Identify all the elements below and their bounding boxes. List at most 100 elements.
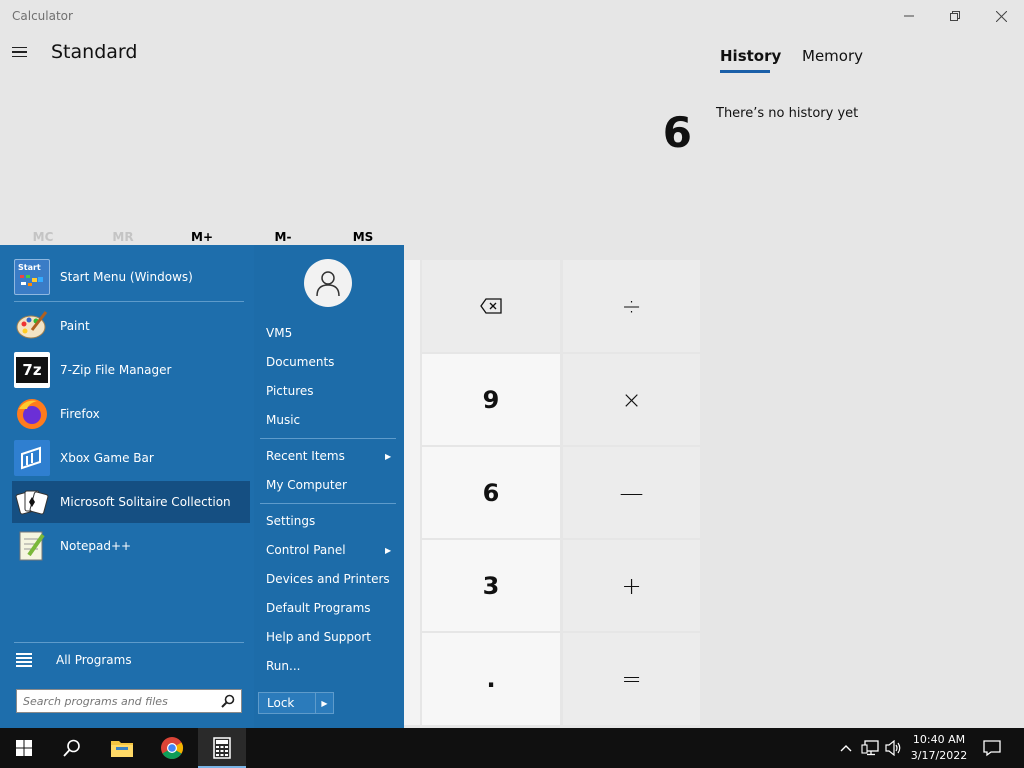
program-label: Paint bbox=[60, 319, 90, 333]
program-xbox-game-bar[interactable]: Xbox Game Bar bbox=[12, 437, 250, 479]
program-paint[interactable]: Paint bbox=[12, 305, 250, 347]
divide-button[interactable]: ÷ bbox=[563, 260, 700, 352]
tab-history[interactable]: History bbox=[720, 47, 781, 65]
program-label: Xbox Game Bar bbox=[60, 451, 154, 465]
taskbar-calculator[interactable] bbox=[198, 728, 246, 768]
pinned-separator bbox=[14, 301, 244, 302]
all-programs-button[interactable]: All Programs bbox=[16, 648, 132, 672]
digit-9-label: 9 bbox=[482, 385, 500, 414]
lock-label: Lock bbox=[267, 696, 295, 710]
calculator-display: 6 bbox=[662, 108, 692, 157]
history-empty-message: There’s no history yet bbox=[716, 106, 859, 121]
navigation-menu-button[interactable] bbox=[8, 40, 32, 64]
keypad-partial-column bbox=[404, 260, 420, 725]
digit-6-button[interactable]: 6 bbox=[422, 447, 560, 538]
lock-button[interactable]: Lock ▶ bbox=[258, 692, 334, 714]
minus-label: — bbox=[619, 478, 644, 507]
clock-date: 3/17/2022 bbox=[910, 749, 968, 762]
program-firefox[interactable]: Firefox bbox=[12, 393, 250, 435]
links-separator-2 bbox=[260, 503, 396, 504]
memory-clear-button[interactable]: MC bbox=[18, 230, 68, 244]
program-label: Microsoft Solitaire Collection bbox=[60, 495, 231, 509]
minimize-icon bbox=[904, 15, 914, 17]
link-default-programs[interactable]: Default Programs bbox=[266, 601, 371, 615]
link-run[interactable]: Run... bbox=[266, 659, 300, 673]
list-icon bbox=[16, 653, 32, 667]
close-icon bbox=[995, 10, 1007, 22]
submenu-arrow-icon: ▶ bbox=[385, 452, 392, 461]
action-center-button[interactable] bbox=[982, 738, 1002, 758]
taskbar-search-button[interactable] bbox=[48, 728, 96, 768]
folder-icon bbox=[111, 741, 133, 757]
program-label: Start Menu (Windows) bbox=[60, 270, 193, 284]
memory-add-button[interactable]: M+ bbox=[177, 230, 227, 244]
paint-icon bbox=[14, 308, 50, 344]
hamburger-icon bbox=[12, 46, 27, 49]
close-button[interactable] bbox=[978, 0, 1024, 32]
show-hidden-icons-button[interactable] bbox=[836, 738, 856, 758]
divide-label: ÷ bbox=[621, 292, 642, 320]
program-microsoft-solitaire-collection[interactable]: Microsoft Solitaire Collection bbox=[12, 481, 250, 523]
digit-3-button[interactable]: 3 bbox=[422, 540, 560, 631]
multiply-label: × bbox=[621, 385, 642, 414]
start-search-box[interactable] bbox=[16, 689, 242, 713]
firefox-icon bbox=[14, 396, 50, 432]
network-status-button[interactable] bbox=[860, 738, 880, 758]
all-programs-label: All Programs bbox=[56, 653, 132, 667]
plus-button[interactable]: + bbox=[563, 540, 700, 631]
minimize-button[interactable] bbox=[886, 0, 932, 32]
memory-subtract-button[interactable]: M- bbox=[258, 230, 308, 244]
windows-logo-icon bbox=[16, 740, 32, 756]
digit-9-button[interactable]: 9 bbox=[422, 354, 560, 445]
digit-6-label: 6 bbox=[482, 478, 500, 507]
link-recent-items[interactable]: Recent Items bbox=[266, 449, 345, 463]
link-music[interactable]: Music bbox=[266, 413, 300, 427]
taskbar-clock[interactable]: 10:40 AM 3/17/2022 bbox=[906, 732, 972, 764]
notification-icon bbox=[983, 740, 1001, 757]
link-help-and-support[interactable]: Help and Support bbox=[266, 630, 371, 644]
program-start-menu-windows[interactable]: Start Start Menu (Windows) bbox=[12, 256, 250, 298]
link-settings[interactable]: Settings bbox=[266, 514, 315, 528]
link-user-folder[interactable]: VM5 bbox=[266, 326, 292, 340]
link-devices-and-printers[interactable]: Devices and Printers bbox=[266, 572, 390, 586]
memory-recall-button[interactable]: MR bbox=[98, 230, 148, 244]
link-pictures[interactable]: Pictures bbox=[266, 384, 314, 398]
chrome-icon bbox=[161, 737, 183, 759]
volume-button[interactable] bbox=[884, 738, 904, 758]
taskbar-file-explorer[interactable] bbox=[98, 728, 146, 768]
decimal-label: . bbox=[486, 665, 496, 693]
link-my-computer[interactable]: My Computer bbox=[266, 478, 347, 492]
start-menu: Start Start Menu (Windows) Paint 7z 7-Zi… bbox=[0, 245, 404, 728]
title-bar: Calculator bbox=[0, 0, 1024, 32]
minus-button[interactable]: — bbox=[563, 447, 700, 538]
xbox-game-bar-icon bbox=[14, 440, 50, 476]
equals-button[interactable]: = bbox=[563, 633, 700, 725]
7zip-icon: 7z bbox=[14, 352, 50, 388]
lock-options-arrow-icon[interactable]: ▶ bbox=[315, 693, 333, 713]
decimal-button[interactable]: . bbox=[422, 633, 560, 725]
link-documents[interactable]: Documents bbox=[266, 355, 334, 369]
memory-store-button[interactable]: MS bbox=[338, 230, 388, 244]
start-menu-icon: Start bbox=[14, 259, 50, 295]
taskbar-chrome[interactable] bbox=[148, 728, 196, 768]
backspace-button[interactable] bbox=[422, 260, 560, 352]
network-icon bbox=[861, 740, 879, 756]
memory-row: MC MR M+ M- MS bbox=[0, 228, 404, 246]
program-7zip-file-manager[interactable]: 7z 7-Zip File Manager bbox=[12, 349, 250, 391]
program-notepadpp[interactable]: Notepad++ bbox=[12, 525, 250, 567]
search-icon[interactable] bbox=[221, 694, 235, 708]
backspace-icon bbox=[480, 298, 502, 314]
user-avatar[interactable] bbox=[304, 259, 352, 307]
calculator-mode-title: Standard bbox=[51, 41, 138, 63]
restore-icon bbox=[950, 11, 960, 21]
start-button[interactable] bbox=[0, 728, 48, 768]
tab-memory[interactable]: Memory bbox=[802, 47, 863, 65]
program-label: 7-Zip File Manager bbox=[60, 363, 172, 377]
equals-label: = bbox=[621, 665, 642, 693]
link-control-panel[interactable]: Control Panel bbox=[266, 543, 346, 557]
clock-time: 10:40 AM bbox=[912, 733, 966, 746]
multiply-button[interactable]: × bbox=[563, 354, 700, 445]
restore-button[interactable] bbox=[932, 0, 978, 32]
start-search-input[interactable] bbox=[17, 691, 217, 711]
solitaire-icon bbox=[14, 484, 50, 520]
